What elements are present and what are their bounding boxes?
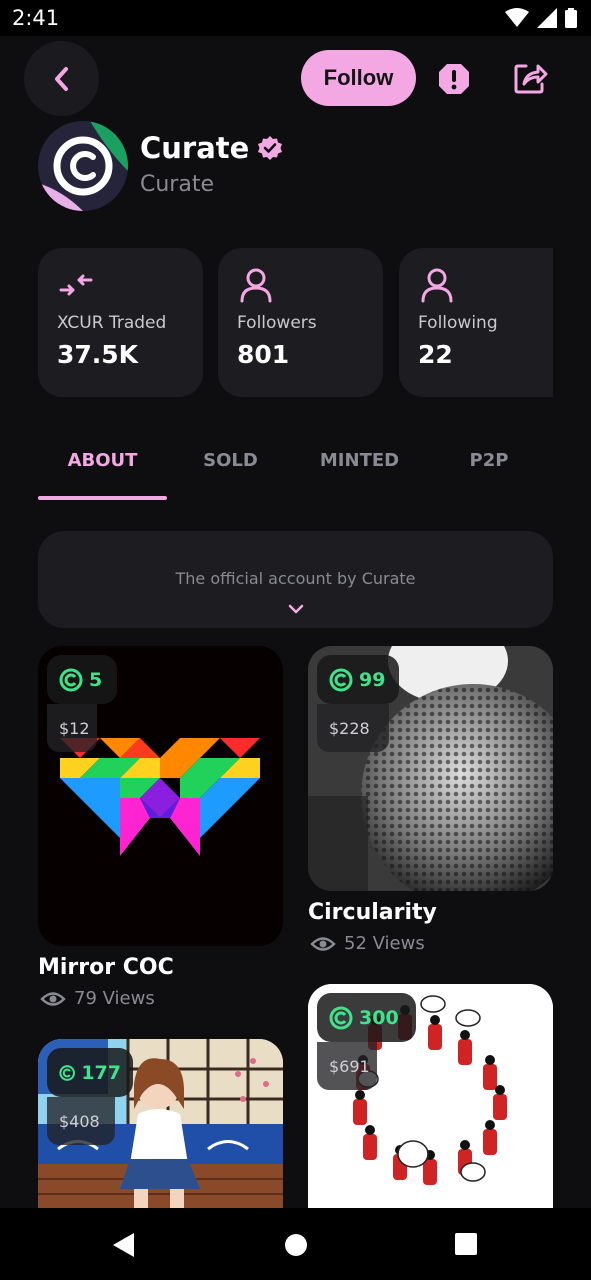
curate-logo (38, 121, 128, 211)
nft-title[interactable]: Mirror COC (38, 955, 174, 980)
nft-views: 79 Views (40, 988, 155, 1009)
avatar (38, 121, 128, 211)
edition-count: 5 (89, 668, 103, 691)
about-box[interactable]: The official account by Curate (38, 531, 553, 628)
nft-views: 52 Views (310, 933, 425, 954)
tab-underline (38, 496, 167, 500)
stat-card-followers[interactable]: Followers 801 (218, 248, 383, 397)
curate-coin-icon (329, 1006, 353, 1029)
edition-count: 99 (359, 668, 386, 691)
status-bar: 2:41 (0, 0, 591, 36)
profile-name: Curate (140, 131, 283, 165)
share-button[interactable] (512, 60, 548, 96)
follow-button[interactable]: Follow (301, 50, 416, 106)
chevron-down-icon[interactable] (287, 603, 305, 615)
nft-views-text: 52 Views (344, 933, 425, 954)
nav-back-icon[interactable] (112, 1232, 136, 1258)
tab-minted[interactable]: MINTED (294, 450, 425, 471)
edition-badge: 177 (47, 1048, 133, 1097)
curate-coin-icon (59, 668, 83, 691)
nft-views-text: 79 Views (74, 988, 155, 1009)
share-icon (514, 64, 548, 94)
stat-label: XCUR Traded (57, 313, 167, 333)
nft-card-image[interactable]: 177 $408 (38, 1039, 283, 1208)
nft-card-image[interactable]: 300 $691 (308, 984, 553, 1208)
report-button[interactable] (437, 62, 471, 96)
edition-count: 177 (81, 1061, 121, 1084)
tab-about[interactable]: ABOUT (38, 450, 167, 471)
stat-value: 37.5K (57, 340, 139, 369)
tab-p2p[interactable]: P2P (425, 450, 553, 471)
nft-card-image[interactable]: 99 $228 (308, 646, 553, 891)
user-icon (421, 268, 453, 303)
stat-card-xcur-traded: XCUR Traded 37.5K (38, 248, 203, 397)
system-nav-bar (0, 1208, 591, 1280)
swap-icon (59, 274, 93, 296)
chevron-left-icon (54, 66, 68, 91)
nav-recents-icon[interactable] (455, 1233, 477, 1255)
nft-card-image[interactable]: 5 $12 (38, 646, 283, 946)
price-badge: $408 (47, 1097, 115, 1145)
about-text: The official account by Curate (175, 569, 416, 588)
edition-count: 300 (359, 1006, 399, 1029)
eye-icon (40, 991, 66, 1006)
signal-icon (537, 8, 557, 28)
edition-badge: 99 (317, 655, 399, 704)
profile-name-text: Curate (140, 131, 250, 165)
price-badge: $12 (47, 704, 97, 752)
wifi-icon (505, 8, 529, 27)
stat-label: Followers (237, 313, 317, 333)
nav-home-icon[interactable] (284, 1233, 308, 1257)
user-icon (240, 268, 272, 303)
profile-handle: Curate (140, 172, 214, 197)
eye-icon (310, 936, 336, 951)
curate-coin-icon (59, 1064, 75, 1081)
back-button[interactable] (24, 41, 99, 116)
curate-coin-icon (329, 668, 353, 691)
nft-title[interactable]: Circularity (308, 900, 437, 925)
stat-card-following[interactable]: Following 22 (399, 248, 553, 397)
price-badge: $691 (317, 1042, 377, 1090)
edition-badge: 5 (47, 655, 117, 704)
status-icons (505, 8, 577, 28)
alert-octagon-icon (439, 64, 469, 94)
stat-value: 801 (237, 340, 290, 369)
verified-icon (258, 136, 283, 160)
edition-badge: 300 (317, 993, 416, 1042)
status-time: 2:41 (12, 6, 60, 30)
price-badge: $228 (317, 704, 389, 752)
stat-label: Following (418, 313, 498, 333)
stat-value: 22 (418, 340, 453, 369)
battery-icon (565, 8, 577, 28)
tab-sold[interactable]: SOLD (167, 450, 294, 471)
